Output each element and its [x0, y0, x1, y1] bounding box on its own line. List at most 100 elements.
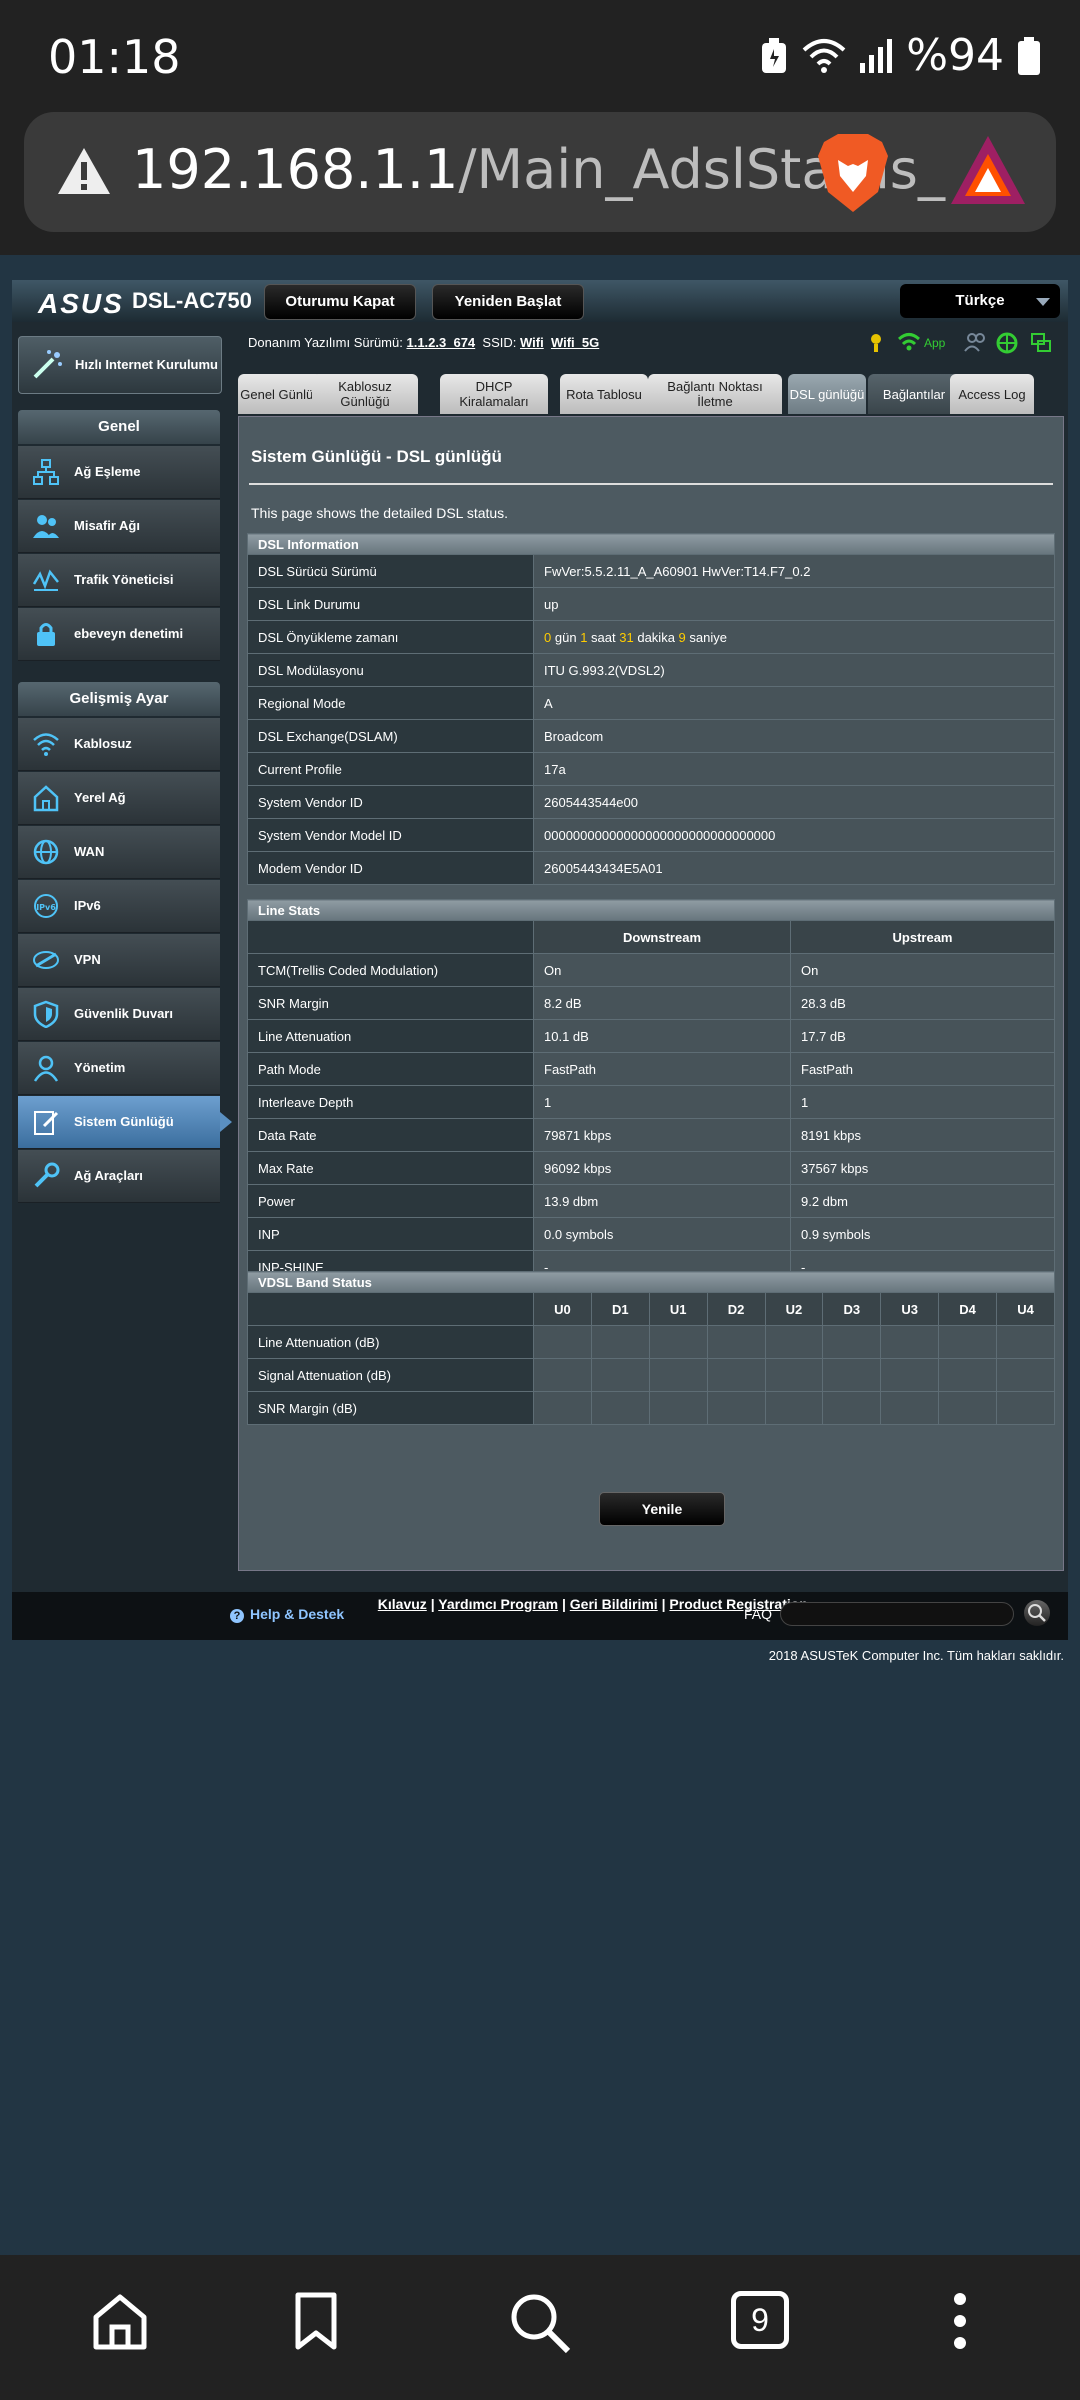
search-icon[interactable]: [508, 2291, 572, 2355]
sidebar-item-advanced-8[interactable]: Ağ Araçları: [18, 1150, 220, 1203]
band-cell: [764, 1325, 824, 1359]
sidebar-item-genel-2[interactable]: Trafik Yöneticisi: [18, 554, 220, 607]
sidebar-item-label: VPN: [74, 952, 101, 967]
quick-internet-setup[interactable]: Hızlı Internet Kurulumu: [18, 336, 222, 394]
band-cell: [822, 1358, 882, 1392]
sidebar-item-advanced-7[interactable]: Sistem Günlüğü: [18, 1096, 232, 1149]
row-value: FwVer:5.5.2.11_A_A60901 HwVer:T14.F7_0.2: [533, 554, 1055, 588]
content-panel: Sistem Günlüğü - DSL günlüğü This page s…: [238, 416, 1064, 1571]
table-row: Max Rate 96092 kbps 37567 kbps: [247, 1151, 1055, 1185]
ssid-link-1[interactable]: Wifi: [520, 335, 544, 350]
uptime-s_l: saniye: [689, 629, 727, 645]
band-col-header: U4: [996, 1292, 1055, 1326]
search-icon[interactable]: [1024, 1600, 1050, 1626]
band-cell: [590, 1391, 650, 1425]
internet-status-icon[interactable]: [996, 332, 1018, 354]
uptime-h_l: saat: [591, 629, 616, 645]
row-label: DSL Exchange(DSLAM): [247, 719, 534, 753]
section-advanced: Gelişmiş Ayar: [18, 682, 220, 716]
tab-0[interactable]: Genel Günlük: [238, 374, 322, 414]
tab-1[interactable]: Kablosuz Günlüğü: [312, 374, 418, 414]
vdsl-band-table: VDSL Band Status U0 D1 U1 D2 U2 D3 U3 D4 U4 Line…: [247, 1271, 1055, 1425]
sidebar-item-advanced-1[interactable]: Yerel Ağ: [18, 772, 220, 825]
tab-3[interactable]: Rota Tablosu: [560, 374, 648, 414]
band-cell: [533, 1358, 592, 1392]
band-cell: [996, 1391, 1055, 1425]
band-col-header: U2: [764, 1292, 824, 1326]
brave-lion-icon[interactable]: [814, 130, 892, 214]
usb-status-icon[interactable]: [868, 332, 884, 354]
language-select[interactable]: Türkçe: [900, 284, 1060, 318]
sidebar-item-advanced-5[interactable]: Güvenlik Duvarı: [18, 988, 220, 1041]
bat-icon[interactable]: [949, 134, 1027, 206]
section-genel: Genel: [18, 410, 220, 444]
table-row: System Vendor ID 2605443544e00: [247, 785, 1055, 819]
address-bar[interactable]: 192.168.1.1/Main_AdslStatus_: [24, 112, 1056, 232]
wireless-icon: [32, 730, 60, 758]
sidebar-item-label: Ağ Araçları: [74, 1168, 143, 1183]
band-cell: [648, 1391, 708, 1425]
band-col-header: U0: [533, 1292, 592, 1326]
faq-search-input[interactable]: [780, 1602, 1014, 1626]
firmware-link[interactable]: 1.1.2.3_674: [406, 335, 475, 350]
sidebar-item-advanced-3[interactable]: IPv6 IPv6: [18, 880, 220, 933]
warning-icon[interactable]: [54, 142, 114, 202]
sidebar-item-advanced-6[interactable]: Yönetim: [18, 1042, 220, 1095]
row-label: Regional Mode: [247, 686, 534, 720]
row-label: Interleave Depth: [247, 1085, 534, 1119]
help-support[interactable]: ? Help & Destek: [230, 1606, 344, 1623]
help-label: Help & Destek: [250, 1606, 345, 1622]
band-cell: [938, 1325, 997, 1359]
help-icon: ?: [230, 1609, 244, 1623]
app-label[interactable]: App: [924, 336, 945, 350]
reboot-button[interactable]: Yeniden Başlat: [432, 284, 584, 320]
tab-2[interactable]: DHCP Kiralamaları: [440, 374, 548, 414]
tab-count: 9: [751, 2302, 769, 2338]
sidebar-item-label: Misafir Ağı: [74, 518, 140, 533]
refresh-button[interactable]: Yenile: [599, 1492, 725, 1526]
sidebar-item-advanced-0[interactable]: Kablosuz: [18, 718, 220, 771]
row-value: up: [533, 587, 1055, 621]
table-row: SNR Margin (dB): [247, 1391, 1055, 1425]
sidebar-item-label: Ağ Eşleme: [74, 464, 141, 479]
logout-button[interactable]: Oturumu Kapat: [264, 284, 416, 320]
sidebar-item-genel-1[interactable]: Misafir Ağı: [18, 500, 220, 553]
row-label: System Vendor Model ID: [247, 818, 534, 852]
firewall-shield-icon: [32, 1000, 60, 1029]
downstream-value: 10.1 dB: [533, 1019, 791, 1053]
tabs-icon[interactable]: 9: [731, 2291, 789, 2349]
table-row: Path Mode FastPath FastPath: [247, 1052, 1055, 1086]
row-label: Modem Vendor ID: [247, 851, 534, 885]
ssid-label: SSID:: [482, 335, 517, 350]
sidebar-item-label: Kablosuz: [74, 736, 132, 751]
network-status-icon[interactable]: [1030, 332, 1052, 354]
band-cell: [533, 1325, 592, 1359]
tab-4[interactable]: Bağlantı Noktası İletme: [648, 374, 782, 414]
dsl-info-table: DSL Information DSL Sürücü Sürümü FwVer:5…: [247, 533, 1055, 885]
footer-link-utility[interactable]: Yardımcı Program: [438, 1596, 558, 1612]
downstream-value: FastPath: [533, 1052, 791, 1086]
band-cell: [996, 1325, 1055, 1359]
sidebar-item-genel-3[interactable]: ebeveyn denetimi: [18, 608, 220, 661]
footer-link-manual[interactable]: Kılavuz: [378, 1596, 427, 1612]
row-label: Power: [247, 1184, 534, 1218]
tab-5[interactable]: DSL günlüğü: [788, 374, 866, 414]
upstream-value: 28.3 dB: [790, 986, 1055, 1020]
clients-icon[interactable]: [964, 332, 988, 352]
home-lan-icon: [32, 784, 60, 812]
ssid-link-2[interactable]: Wifi_5G: [551, 335, 599, 350]
home-icon[interactable]: [90, 2291, 150, 2351]
sidebar-item-genel-0[interactable]: Ağ Eşleme: [18, 446, 220, 499]
tab-6[interactable]: Bağlantılar: [868, 374, 960, 414]
footer-link-feedback[interactable]: Geri Bildirimi: [570, 1596, 658, 1612]
wifi-status-icon[interactable]: [898, 332, 920, 352]
sidebar-item-advanced-4[interactable]: VPN: [18, 934, 220, 987]
more-icon[interactable]: [950, 2291, 970, 2351]
tab-7[interactable]: Access Log: [950, 374, 1034, 414]
url-host: 192.168.1.1: [132, 138, 459, 201]
bookmark-icon[interactable]: [294, 2291, 338, 2351]
uptime-m: 31: [619, 629, 634, 645]
upstream-value: 37567 kbps: [790, 1151, 1055, 1185]
sidebar-item-advanced-2[interactable]: WAN: [18, 826, 220, 879]
band-cell: [822, 1391, 882, 1425]
